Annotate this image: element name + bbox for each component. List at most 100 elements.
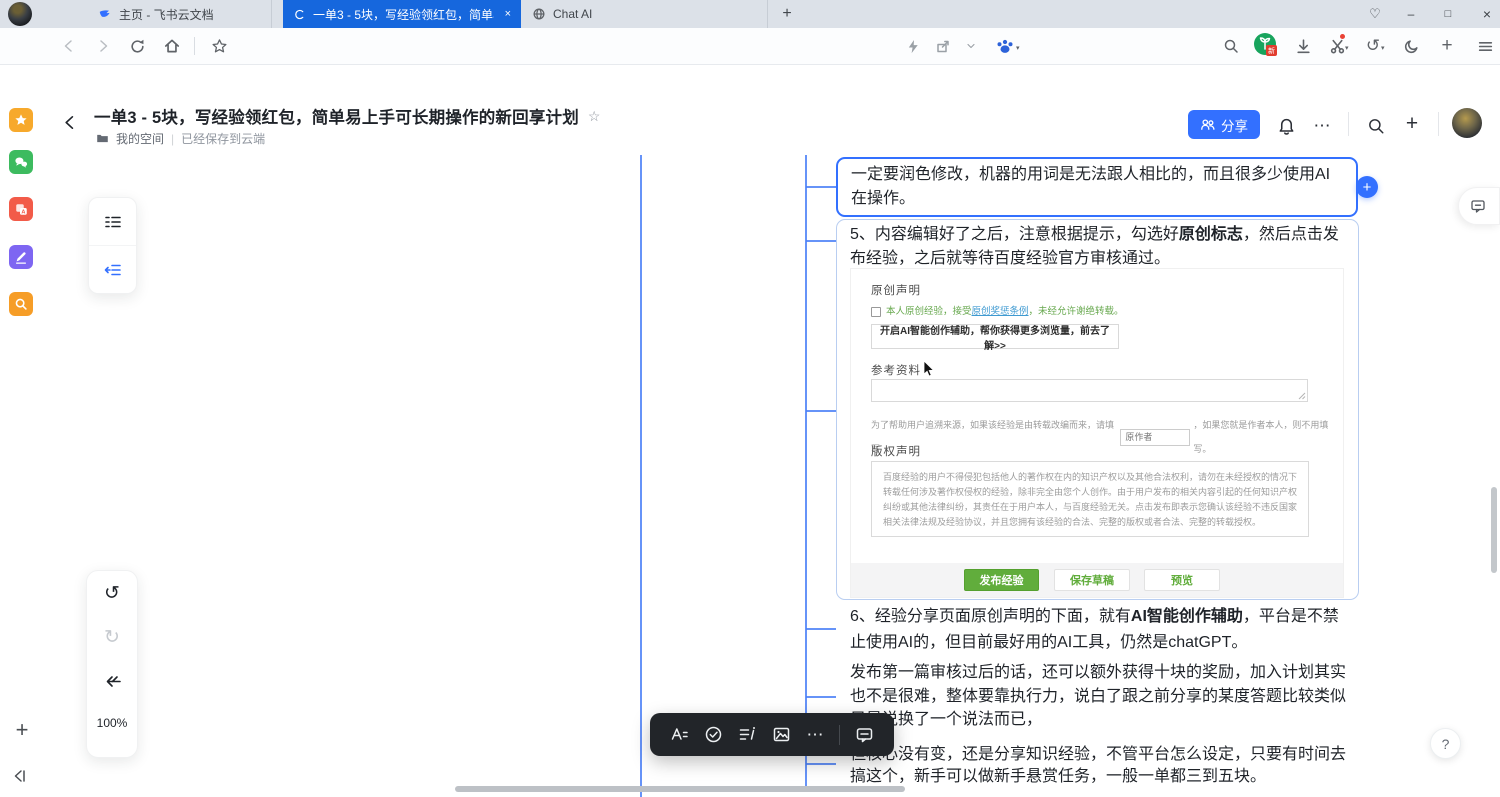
doc-favicon-icon [293,8,306,21]
dock-search-button[interactable] [9,292,33,316]
menu-icon[interactable] [1472,33,1498,59]
list-icon [104,213,122,231]
zoom-level-label[interactable]: 100% [87,703,137,743]
fit-width-icon [103,672,122,691]
chevron-down-icon[interactable] [958,33,984,59]
chat-bubbles-icon [13,154,29,170]
dock-favorites-button[interactable] [9,108,33,132]
checkbox-label: 本人原创经验，接受原创奖惩条例，未经允许谢绝转载。 [886,300,1124,324]
comment-pill[interactable] [1458,187,1500,225]
save-draft-button[interactable]: 保存草稿 [1054,569,1130,591]
tab-chat-ai[interactable]: Chat AI [522,0,768,28]
close-window-button[interactable]: × [1476,3,1498,25]
step6-paragraph[interactable]: 6、经验分享页面原创声明的下面，就有AI智能创作辅助，平台是不禁止使用AI的，但… [850,604,1352,656]
heart-icon[interactable]: ♡ [1364,3,1386,25]
scissors-notification-dot [1340,34,1345,39]
paragraph-text: 一定要润色修改，机器的用词是无法跟人相比的，而且很多少使用AI在操作。 [851,166,1330,207]
outline-toggle-button[interactable] [89,246,136,293]
dark-mode-moon-icon[interactable] [1398,33,1424,59]
doc-title-row: 一单3 - 5块，写经验领红包，简单易上手可长期操作的新回享计划 ☆ [94,104,600,128]
lightning-icon[interactable] [900,33,926,59]
undo-button[interactable]: ↺ [87,571,137,615]
list-edit-icon [738,725,757,744]
back-button[interactable] [56,33,82,59]
doc-search-button[interactable] [1364,114,1388,138]
download-icon[interactable] [1290,33,1316,59]
comment-icon [855,725,874,744]
dock-chat-button[interactable] [9,150,33,174]
browser-profile-avatar[interactable] [8,2,32,26]
share-button[interactable]: 分享 [1188,110,1260,139]
minimize-button[interactable]: – [1400,3,1422,25]
add-block-button[interactable]: + [1356,176,1378,198]
publish-button[interactable]: 发布经验 [964,569,1039,591]
breadcrumb-space[interactable]: 我的空间 [116,130,164,147]
page-title: 一单3 - 5块，写经验领红包，简单易上手可长期操作的新回享计划 [94,104,579,128]
block-tick [806,628,836,630]
original-author-input[interactable] [1120,429,1190,446]
paragraph-7[interactable]: 发布第一篇审核过后的话，还可以额外获得十块的奖励，加入计划其实也不是很难，整体要… [850,661,1352,732]
reference-textarea[interactable] [871,379,1308,402]
share-button-label: 分享 [1221,115,1248,135]
paragraph-8[interactable]: 但核心没有变，还是分享知识经验，不管平台怎么设定，只要有时间去搞这个，新手可以做… [850,744,1352,788]
task-check-button[interactable] [696,718,730,752]
reward-rules-link[interactable]: 原创奖惩条例 [972,306,1029,317]
preview-button[interactable]: 预览 [1144,569,1220,591]
bookmark-star-button[interactable] [206,33,232,59]
catalog-list-button[interactable] [89,198,136,246]
find-in-page-icon[interactable] [1218,33,1244,59]
tab-active-doc[interactable]: 一单3 - 5块，写经验领红包，简单易 × [283,0,521,28]
home-button[interactable] [159,33,185,59]
tab-home[interactable]: 主页 - 飞书云文档 [88,0,272,28]
original-checkbox[interactable] [871,307,881,317]
favorite-star-icon[interactable]: ☆ [588,108,601,125]
block-rail-outer [640,155,642,797]
extension-green-icon[interactable]: 新 [1254,33,1276,55]
globe-icon [532,7,546,21]
forward-button[interactable] [90,33,116,59]
bell-icon [1277,117,1296,136]
ai-assist-button[interactable]: 开启AI智能创作辅助，帮你获得更多浏览量，前去了解>> [871,324,1119,349]
breadcrumb: 我的空间 | 已经保存到云端 [96,130,265,147]
paw-dropdown-caret[interactable]: ▾ [1016,44,1020,52]
collapse-left-icon [11,767,29,785]
user-avatar[interactable] [1452,108,1482,138]
baidu-paw-icon[interactable] [992,33,1018,59]
undo-dropdown-caret[interactable]: ▾ [1381,44,1385,52]
redo-button[interactable]: ↻ [87,615,137,659]
fit-width-button[interactable] [87,659,137,703]
help-button[interactable]: ? [1430,728,1461,759]
check-circle-icon [704,725,723,744]
share-icon[interactable] [930,33,956,59]
comment-button[interactable] [847,718,881,752]
text-style-button[interactable] [662,718,696,752]
star-icon [14,113,28,127]
insert-image-button[interactable] [764,718,798,752]
dock-translate-button[interactable]: A [9,197,33,221]
scissors-dropdown-caret[interactable]: ▾ [1345,44,1349,52]
notifications-button[interactable] [1274,114,1298,138]
dock-notes-button[interactable] [9,245,33,269]
sidebar-add-button[interactable]: + [10,718,34,742]
close-tab-icon[interactable]: × [505,8,511,20]
add-icon[interactable]: + [1434,33,1460,59]
image-icon [772,725,791,744]
more-actions-button[interactable]: ⋯ [1310,114,1334,138]
new-tab-button[interactable]: + [776,3,798,25]
list-format-button[interactable] [730,718,764,752]
outline-panel [88,197,137,294]
more-tools-button[interactable]: ⋯ [798,718,832,752]
refresh-button[interactable] [124,33,150,59]
maximize-button[interactable]: □ [1437,3,1459,25]
horizontal-scrollbar[interactable] [455,786,905,792]
selected-paragraph-block[interactable]: 一定要润色修改，机器的用词是无法跟人相比的，而且很多少使用AI在操作。 [836,157,1358,217]
doc-back-button[interactable] [58,110,82,134]
create-new-button[interactable]: + [1400,112,1424,136]
tab-title: Chat AI [553,7,757,21]
resize-handle-icon[interactable] [1298,392,1306,400]
block-tick [806,763,836,765]
step5-block[interactable]: 5、内容编辑好了之后，注意根据提示，勾选好原创标志，然后点击发布经验，之后就等待… [836,219,1359,600]
collapse-sidebar-button[interactable] [8,764,32,788]
vertical-scrollbar[interactable] [1491,487,1497,573]
helper-post-text: ，如果您就是作者本人，则不用填写。 [1193,413,1343,461]
